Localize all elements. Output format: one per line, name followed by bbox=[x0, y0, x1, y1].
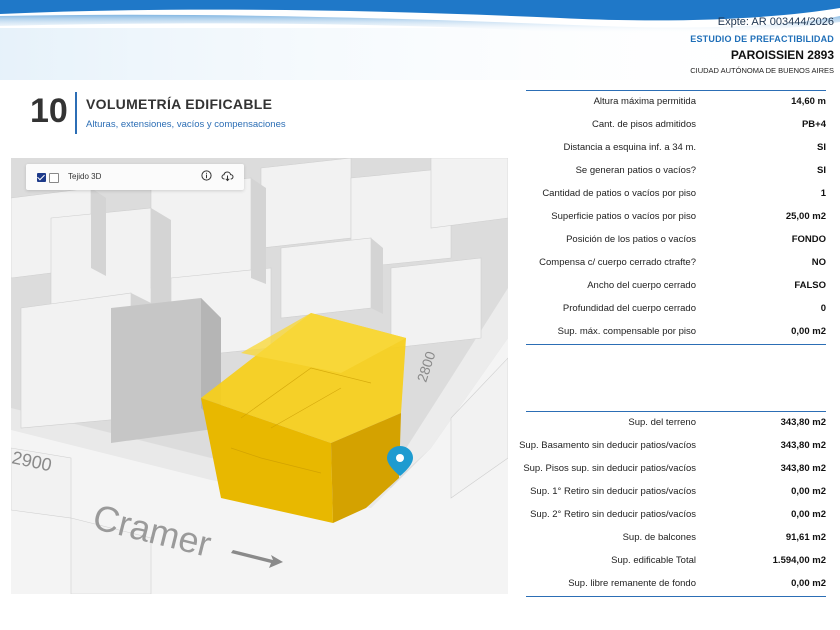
row-value: SI bbox=[817, 142, 826, 153]
expediente-number: Expte: AR 003444/2026 bbox=[717, 16, 834, 28]
row-label: Sup. libre remanente de fondo bbox=[568, 578, 696, 589]
row-label: Se generan patios o vacíos? bbox=[575, 165, 696, 176]
study-type: ESTUDIO DE PREFACTIBILIDAD bbox=[690, 34, 834, 44]
row-value: 1.594,00 m2 bbox=[772, 555, 826, 566]
row-label: Sup. 2° Retiro sin deducir patios/vacíos bbox=[530, 509, 696, 520]
row-value: 0 bbox=[820, 303, 826, 314]
table-row: Superficie patios o vacíos por piso 25,00… bbox=[526, 206, 826, 229]
map-3d-view[interactable]: 2900 2800 Cramer bbox=[11, 158, 508, 594]
layer-checkbox-checked[interactable] bbox=[37, 173, 46, 182]
layer-label: Tejido 3D bbox=[68, 172, 102, 181]
section-title: VOLUMETRÍA EDIFICABLE bbox=[86, 96, 273, 112]
table-row: Compensa c/ cuerpo cerrado ctrafte? NO bbox=[526, 252, 826, 275]
row-label: Profundidad del cuerpo cerrado bbox=[562, 303, 696, 314]
table-row: Sup. de balcones 91,61 m2 bbox=[526, 527, 826, 550]
table-row: Posición de los patios o vacíos FONDO bbox=[526, 229, 826, 252]
layer-checkbox[interactable] bbox=[49, 173, 59, 183]
row-label: Distancia a esquina inf. a 34 m. bbox=[563, 142, 696, 153]
layer-panel: Tejido 3D bbox=[26, 164, 244, 190]
table-row: Distancia a esquina inf. a 34 m. SI bbox=[526, 137, 826, 160]
row-label: Posición de los patios o vacíos bbox=[566, 234, 696, 245]
row-label: Ancho del cuerpo cerrado bbox=[587, 280, 696, 291]
row-value: 91,61 m2 bbox=[785, 532, 826, 543]
table-row: Cantidad de patios o vacíos por piso 1 bbox=[526, 183, 826, 206]
row-value: FALSO bbox=[794, 280, 826, 291]
info-icon[interactable] bbox=[201, 170, 212, 181]
row-value: 0,00 m2 bbox=[791, 486, 826, 497]
surfaces-table: Sup. del terreno 343,80 m2 Sup. Basamento… bbox=[519, 411, 826, 597]
section-number: 10 bbox=[30, 92, 68, 130]
section-subtitle: Alturas, extensiones, vacíos y compensac… bbox=[86, 119, 286, 130]
row-value: FONDO bbox=[791, 234, 826, 245]
table-row: Altura máxima permitida 14,60 m bbox=[526, 91, 826, 114]
row-label: Sup. Basamento sin deducir patios/vacíos bbox=[519, 440, 696, 451]
cloud-download-icon[interactable] bbox=[221, 170, 234, 182]
table-row: Sup. 1° Retiro sin deducir patios/vacíos… bbox=[526, 481, 826, 504]
row-value: SI bbox=[817, 165, 826, 176]
table-row: Ancho del cuerpo cerrado FALSO bbox=[526, 275, 826, 298]
table-row: Sup. 2° Retiro sin deducir patios/vacíos… bbox=[526, 504, 826, 527]
property-address: PAROISSIEN 2893 bbox=[730, 48, 834, 62]
table-rule-bottom bbox=[526, 596, 826, 597]
row-value: 343,80 m2 bbox=[780, 463, 826, 474]
row-value: PB+4 bbox=[801, 119, 826, 130]
row-value: 25,00 m2 bbox=[785, 211, 826, 222]
table-row: Sup. Pisos sup. sin deducir patios/vacío… bbox=[523, 458, 826, 481]
row-label: Sup. 1° Retiro sin deducir patios/vacíos bbox=[530, 486, 696, 497]
row-value: 14,60 m bbox=[791, 96, 826, 107]
row-value: 0,00 m2 bbox=[791, 578, 826, 589]
row-label: Sup. Pisos sup. sin deducir patios/vacío… bbox=[523, 463, 696, 474]
table-row: Sup. del terreno 343,80 m2 bbox=[526, 412, 826, 435]
city-name: CIUDAD AUTÓNOMA DE BUENOS AIRES bbox=[690, 66, 834, 75]
section-divider bbox=[75, 92, 77, 134]
parameters-table: Altura máxima permitida 14,60 m Cant. de … bbox=[526, 90, 826, 345]
row-value: 0,00 m2 bbox=[791, 326, 826, 337]
row-label: Sup. máx. compensable por piso bbox=[557, 326, 696, 337]
table-row: Sup. máx. compensable por piso 0,00 m2 bbox=[526, 321, 826, 344]
row-label: Sup. del terreno bbox=[628, 417, 696, 428]
row-label: Cantidad de patios o vacíos por piso bbox=[542, 188, 696, 199]
row-label: Superficie patios o vacíos por piso bbox=[551, 211, 696, 222]
row-value: 0,00 m2 bbox=[791, 509, 826, 520]
row-label: Cant. de pisos admitidos bbox=[591, 119, 696, 130]
row-value: 1 bbox=[820, 188, 826, 199]
table-rule-bottom bbox=[526, 344, 826, 345]
row-label: Sup. edificable Total bbox=[611, 555, 696, 566]
table-row: Sup. libre remanente de fondo 0,00 m2 bbox=[526, 573, 826, 596]
table-row: Sup. edificable Total 1.594,00 m2 bbox=[526, 550, 826, 573]
table-row: Se generan patios o vacíos? SI bbox=[526, 160, 826, 183]
row-value: 343,80 m2 bbox=[780, 440, 826, 451]
table-row: Cant. de pisos admitidos PB+4 bbox=[526, 114, 826, 137]
row-value: NO bbox=[811, 257, 826, 268]
table-row: Sup. Basamento sin deducir patios/vacíos… bbox=[519, 435, 826, 458]
table-row: Profundidad del cuerpo cerrado 0 bbox=[526, 298, 826, 321]
row-label: Compensa c/ cuerpo cerrado ctrafte? bbox=[539, 257, 696, 268]
row-label: Altura máxima permitida bbox=[593, 96, 696, 107]
row-value: 343,80 m2 bbox=[780, 417, 826, 428]
row-label: Sup. de balcones bbox=[622, 532, 696, 543]
